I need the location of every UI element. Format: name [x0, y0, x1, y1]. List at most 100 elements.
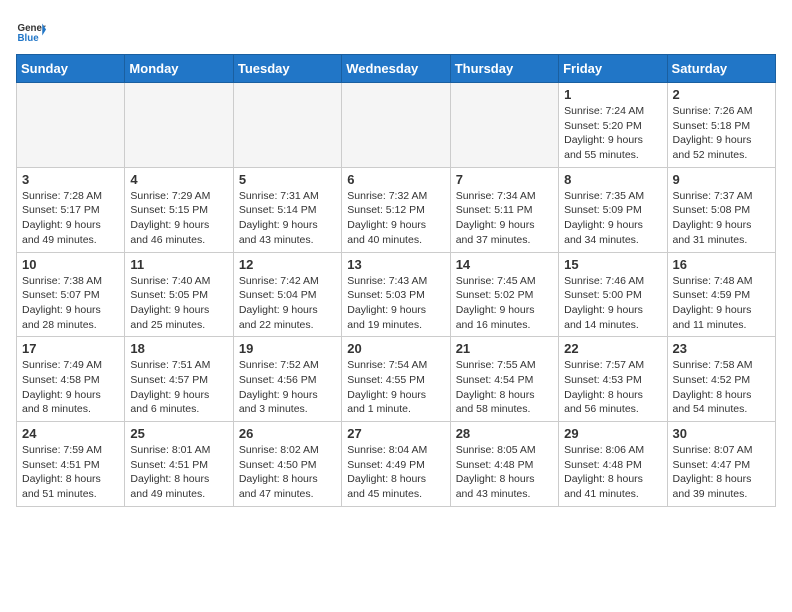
calendar-cell: 10 Sunrise: 7:38 AM Sunset: 5:07 PM Dayli… [17, 252, 125, 337]
day-info: Sunrise: 8:05 AM Sunset: 4:48 PM Dayligh… [456, 443, 553, 502]
calendar-cell: 19 Sunrise: 7:52 AM Sunset: 4:56 PM Dayli… [233, 337, 341, 422]
day-number: 16 [673, 257, 770, 272]
day-info: Sunrise: 7:31 AM Sunset: 5:14 PM Dayligh… [239, 189, 336, 248]
day-info: Sunrise: 7:54 AM Sunset: 4:55 PM Dayligh… [347, 358, 444, 417]
day-number: 7 [456, 172, 553, 187]
day-number: 30 [673, 426, 770, 441]
calendar-cell: 30 Sunrise: 8:07 AM Sunset: 4:47 PM Dayli… [667, 422, 775, 507]
calendar-cell: 20 Sunrise: 7:54 AM Sunset: 4:55 PM Dayli… [342, 337, 450, 422]
svg-text:Blue: Blue [18, 33, 40, 44]
day-number: 23 [673, 341, 770, 356]
day-number: 15 [564, 257, 661, 272]
calendar-cell [450, 83, 558, 168]
calendar-cell: 3Sunrise: 7:28 AM Sunset: 5:17 PM Daylig… [17, 167, 125, 252]
day-number: 10 [22, 257, 119, 272]
day-number: 17 [22, 341, 119, 356]
day-info: Sunrise: 7:43 AM Sunset: 5:03 PM Dayligh… [347, 274, 444, 333]
day-number: 9 [673, 172, 770, 187]
day-info: Sunrise: 7:32 AM Sunset: 5:12 PM Dayligh… [347, 189, 444, 248]
calendar-cell: 2Sunrise: 7:26 AM Sunset: 5:18 PM Daylig… [667, 83, 775, 168]
calendar-cell: 27 Sunrise: 8:04 AM Sunset: 4:49 PM Dayli… [342, 422, 450, 507]
calendar-cell: 25Sunrise: 8:01 AM Sunset: 4:51 PM Dayli… [125, 422, 233, 507]
weekday-header-sunday: Sunday [17, 55, 125, 83]
weekday-header-tuesday: Tuesday [233, 55, 341, 83]
calendar-cell: 16 Sunrise: 7:48 AM Sunset: 4:59 PM Dayli… [667, 252, 775, 337]
day-number: 20 [347, 341, 444, 356]
day-number: 19 [239, 341, 336, 356]
calendar-cell: 23 Sunrise: 7:58 AM Sunset: 4:52 PM Dayli… [667, 337, 775, 422]
day-info: Sunrise: 8:02 AM Sunset: 4:50 PM Dayligh… [239, 443, 336, 502]
calendar-cell [17, 83, 125, 168]
day-number: 4 [130, 172, 227, 187]
calendar-cell: 8 Sunrise: 7:35 AM Sunset: 5:09 PM Daylig… [559, 167, 667, 252]
day-info: Sunrise: 7:48 AM Sunset: 4:59 PM Dayligh… [673, 274, 770, 333]
day-info: Sunrise: 7:51 AM Sunset: 4:57 PM Dayligh… [130, 358, 227, 417]
day-info: Sunrise: 8:07 AM Sunset: 4:47 PM Dayligh… [673, 443, 770, 502]
calendar-cell: 14 Sunrise: 7:45 AM Sunset: 5:02 PM Dayli… [450, 252, 558, 337]
day-number: 24 [22, 426, 119, 441]
calendar-cell: 15 Sunrise: 7:46 AM Sunset: 5:00 PM Dayli… [559, 252, 667, 337]
calendar-cell: 24 Sunrise: 7:59 AM Sunset: 4:51 PM Dayli… [17, 422, 125, 507]
logo: General Blue [16, 16, 50, 46]
day-number: 5 [239, 172, 336, 187]
day-info: Sunrise: 7:52 AM Sunset: 4:56 PM Dayligh… [239, 358, 336, 417]
day-info: Sunrise: 7:24 AM Sunset: 5:20 PM Dayligh… [564, 104, 661, 163]
day-info: Sunrise: 7:58 AM Sunset: 4:52 PM Dayligh… [673, 358, 770, 417]
calendar-cell [125, 83, 233, 168]
calendar-cell: 21Sunrise: 7:55 AM Sunset: 4:54 PM Dayli… [450, 337, 558, 422]
day-info: Sunrise: 7:26 AM Sunset: 5:18 PM Dayligh… [673, 104, 770, 163]
day-info: Sunrise: 7:38 AM Sunset: 5:07 PM Dayligh… [22, 274, 119, 333]
day-info: Sunrise: 7:40 AM Sunset: 5:05 PM Dayligh… [130, 274, 227, 333]
day-number: 3 [22, 172, 119, 187]
calendar-cell: 11 Sunrise: 7:40 AM Sunset: 5:05 PM Dayli… [125, 252, 233, 337]
calendar-cell: 12 Sunrise: 7:42 AM Sunset: 5:04 PM Dayli… [233, 252, 341, 337]
calendar-cell: 4 Sunrise: 7:29 AM Sunset: 5:15 PM Daylig… [125, 167, 233, 252]
calendar-cell: 6 Sunrise: 7:32 AM Sunset: 5:12 PM Daylig… [342, 167, 450, 252]
day-number: 25 [130, 426, 227, 441]
weekday-header-monday: Monday [125, 55, 233, 83]
day-number: 8 [564, 172, 661, 187]
day-info: Sunrise: 8:04 AM Sunset: 4:49 PM Dayligh… [347, 443, 444, 502]
day-info: Sunrise: 7:35 AM Sunset: 5:09 PM Dayligh… [564, 189, 661, 248]
weekday-header-row: SundayMondayTuesdayWednesdayThursdayFrid… [17, 55, 776, 83]
day-number: 27 [347, 426, 444, 441]
calendar-table: SundayMondayTuesdayWednesdayThursdayFrid… [16, 54, 776, 507]
day-number: 22 [564, 341, 661, 356]
week-row-5: 24 Sunrise: 7:59 AM Sunset: 4:51 PM Dayli… [17, 422, 776, 507]
day-number: 28 [456, 426, 553, 441]
week-row-4: 17Sunrise: 7:49 AM Sunset: 4:58 PM Dayli… [17, 337, 776, 422]
header: General Blue [16, 16, 776, 46]
calendar-cell: 13 Sunrise: 7:43 AM Sunset: 5:03 PM Dayli… [342, 252, 450, 337]
day-number: 12 [239, 257, 336, 272]
calendar-cell [233, 83, 341, 168]
weekday-header-thursday: Thursday [450, 55, 558, 83]
day-info: Sunrise: 8:06 AM Sunset: 4:48 PM Dayligh… [564, 443, 661, 502]
week-row-1: 1Sunrise: 7:24 AM Sunset: 5:20 PM Daylig… [17, 83, 776, 168]
day-number: 29 [564, 426, 661, 441]
day-info: Sunrise: 7:29 AM Sunset: 5:15 PM Dayligh… [130, 189, 227, 248]
week-row-3: 10 Sunrise: 7:38 AM Sunset: 5:07 PM Dayli… [17, 252, 776, 337]
calendar-cell: 17Sunrise: 7:49 AM Sunset: 4:58 PM Dayli… [17, 337, 125, 422]
day-info: Sunrise: 7:45 AM Sunset: 5:02 PM Dayligh… [456, 274, 553, 333]
day-info: Sunrise: 7:59 AM Sunset: 4:51 PM Dayligh… [22, 443, 119, 502]
day-info: Sunrise: 7:42 AM Sunset: 5:04 PM Dayligh… [239, 274, 336, 333]
day-number: 13 [347, 257, 444, 272]
day-number: 18 [130, 341, 227, 356]
calendar-cell: 1Sunrise: 7:24 AM Sunset: 5:20 PM Daylig… [559, 83, 667, 168]
day-info: Sunrise: 7:57 AM Sunset: 4:53 PM Dayligh… [564, 358, 661, 417]
calendar-cell: 18 Sunrise: 7:51 AM Sunset: 4:57 PM Dayli… [125, 337, 233, 422]
day-number: 11 [130, 257, 227, 272]
calendar-cell: 5 Sunrise: 7:31 AM Sunset: 5:14 PM Daylig… [233, 167, 341, 252]
week-row-2: 3Sunrise: 7:28 AM Sunset: 5:17 PM Daylig… [17, 167, 776, 252]
day-number: 6 [347, 172, 444, 187]
day-number: 26 [239, 426, 336, 441]
calendar-cell: 26 Sunrise: 8:02 AM Sunset: 4:50 PM Dayli… [233, 422, 341, 507]
day-info: Sunrise: 7:46 AM Sunset: 5:00 PM Dayligh… [564, 274, 661, 333]
day-number: 14 [456, 257, 553, 272]
calendar-cell: 29 Sunrise: 8:06 AM Sunset: 4:48 PM Dayli… [559, 422, 667, 507]
calendar-cell [342, 83, 450, 168]
calendar-cell: 22 Sunrise: 7:57 AM Sunset: 4:53 PM Dayli… [559, 337, 667, 422]
day-info: Sunrise: 7:34 AM Sunset: 5:11 PM Dayligh… [456, 189, 553, 248]
weekday-header-wednesday: Wednesday [342, 55, 450, 83]
day-number: 21 [456, 341, 553, 356]
